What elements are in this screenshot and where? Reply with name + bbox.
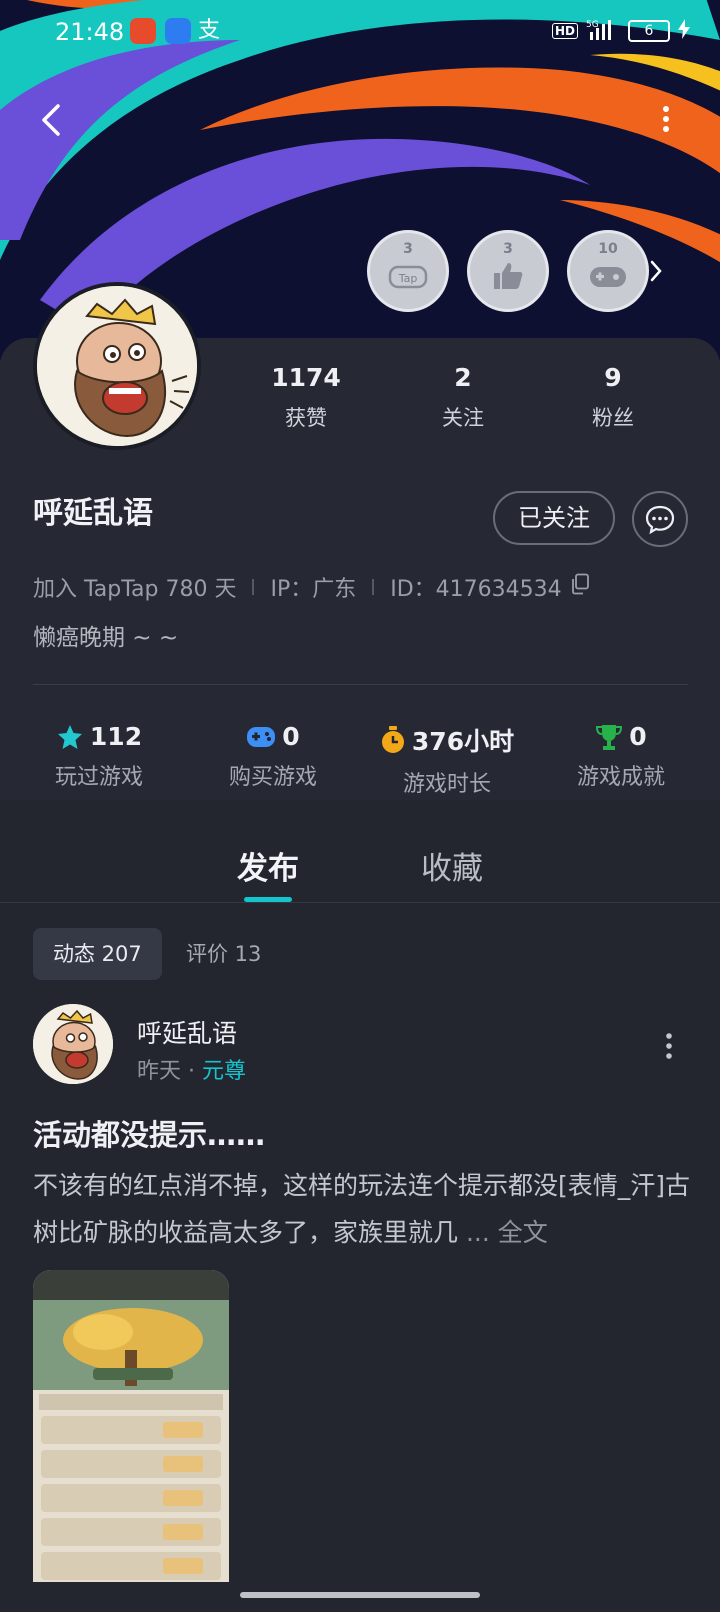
app-notification-icon	[130, 18, 156, 44]
home-gesture-handle[interactable]	[240, 1592, 480, 1598]
game-stat-value: 112	[89, 722, 143, 751]
avatar-illustration	[37, 286, 197, 446]
game-stat-value: 0	[629, 722, 647, 751]
battery-icon: 6	[628, 20, 670, 42]
ip-location: IP：广东	[270, 577, 357, 602]
post-time: 昨天	[137, 1059, 182, 1084]
copy-id-button[interactable]	[570, 573, 590, 601]
post-author-name[interactable]: 呼延乱语	[137, 1014, 237, 1050]
profile-bio: 懒癌晚期 ~ ~	[33, 625, 179, 651]
game-stat-value: 376小时	[411, 727, 515, 756]
join-days: 加入 TapTap 780 天	[33, 577, 237, 602]
gamepad-icon	[247, 726, 276, 747]
more-vertical-icon	[663, 106, 669, 132]
stat-label: 关注	[442, 406, 484, 430]
played-games[interactable]: 112 玩过游戏	[24, 722, 174, 791]
game-screenshot-image	[33, 1270, 229, 1582]
post-body-text: 不该有的红点消不掉，这样的玩法连个提示都没[表情_汗]古树比矿脉的收益高太多了，…	[33, 1171, 691, 1247]
chevron-left-icon	[42, 104, 60, 136]
message-button[interactable]	[632, 491, 688, 547]
game-stat-label: 玩过游戏	[54, 765, 143, 790]
avatar[interactable]	[33, 282, 201, 450]
badge-count: 3	[403, 241, 413, 257]
tab-favorites[interactable]: 收藏	[421, 843, 483, 888]
charging-icon	[678, 19, 690, 43]
divider	[33, 684, 688, 685]
follow-button[interactable]: 已关注	[493, 491, 615, 545]
back-button[interactable]	[38, 102, 68, 138]
game-stat-value: 0	[282, 722, 300, 751]
user-id: ID：417634534	[390, 577, 562, 602]
play-time[interactable]: 376小时 游戏时长	[372, 722, 522, 798]
game-stat-label: 游戏时长	[402, 772, 491, 797]
avatar-illustration	[33, 1004, 113, 1084]
svg-text:Tap: Tap	[398, 272, 418, 285]
badge-gamepad[interactable]: 10	[567, 230, 649, 312]
chevron-right-icon	[650, 260, 662, 282]
stat-following[interactable]: 2 关注	[403, 363, 523, 432]
filter-moments[interactable]: 动态 207	[33, 928, 162, 980]
game-stat-label: 游戏成就	[576, 765, 665, 790]
purchased-games[interactable]: 0 购买游戏	[198, 722, 348, 791]
stat-followers[interactable]: 9 粉丝	[553, 363, 673, 432]
badge-thumbs-up[interactable]: 3	[467, 230, 549, 312]
post-meta: 昨天 · 元尊	[137, 1053, 246, 1085]
alipay-notification-icon: 支	[198, 18, 221, 43]
more-options-button[interactable]	[660, 104, 672, 134]
post-title[interactable]: 活动都没提示……	[33, 1112, 265, 1154]
badge-count: 10	[598, 241, 618, 257]
meta-separator	[372, 579, 375, 595]
signal-icon: 5G	[586, 18, 620, 44]
meta-dot: ·	[188, 1059, 203, 1084]
stat-value: 1174	[271, 363, 341, 392]
status-time: 21:48	[55, 18, 125, 46]
post-more-button[interactable]	[664, 1032, 674, 1060]
post-image[interactable]	[33, 1270, 229, 1582]
post-game-tag[interactable]: 元尊	[202, 1059, 246, 1084]
controller-badge-icon	[590, 267, 626, 287]
more-vertical-icon	[666, 1033, 672, 1059]
read-more-link[interactable]: ... 全文	[466, 1218, 548, 1247]
badges-more-button[interactable]	[648, 258, 664, 284]
stat-label: 获赞	[285, 406, 327, 430]
tap-badge-icon: Tap	[388, 265, 428, 289]
copy-icon	[571, 573, 589, 595]
thumbs-up-icon	[494, 263, 523, 289]
meta-separator	[252, 579, 255, 595]
profile-meta: 加入 TapTap 780 天 IP：广东 ID：417634534	[33, 571, 590, 603]
status-bar: 21:48 支 HD 5G 6	[0, 0, 720, 64]
hd-voice-icon: HD	[551, 23, 578, 39]
profile-name: 呼延乱语	[33, 496, 153, 531]
post-body[interactable]: 不该有的红点消不掉，这样的玩法连个提示都没[表情_汗]古树比矿脉的收益高太多了，…	[33, 1162, 693, 1256]
star-icon	[57, 724, 82, 749]
chat-bubble-icon	[645, 505, 675, 535]
badge-tap[interactable]: 3 Tap	[367, 230, 449, 312]
stat-label: 粉丝	[592, 406, 634, 430]
active-tab-indicator	[244, 897, 292, 902]
status-indicators: HD 5G 6	[551, 18, 690, 44]
stat-value: 9	[604, 363, 622, 392]
achievements[interactable]: 0 游戏成就	[546, 722, 696, 791]
post-author-avatar[interactable]	[33, 1004, 113, 1084]
trophy-icon	[596, 724, 623, 750]
filter-reviews[interactable]: 评价 13	[166, 928, 281, 980]
content-tabs	[0, 800, 720, 903]
badge-count: 3	[503, 241, 513, 257]
stat-likes[interactable]: 1174 获赞	[246, 363, 366, 432]
stopwatch-icon	[381, 726, 404, 753]
browser-notification-icon	[165, 18, 191, 44]
game-stat-label: 购买游戏	[228, 765, 317, 790]
stat-value: 2	[454, 363, 472, 392]
tab-posts[interactable]: 发布	[237, 843, 299, 888]
